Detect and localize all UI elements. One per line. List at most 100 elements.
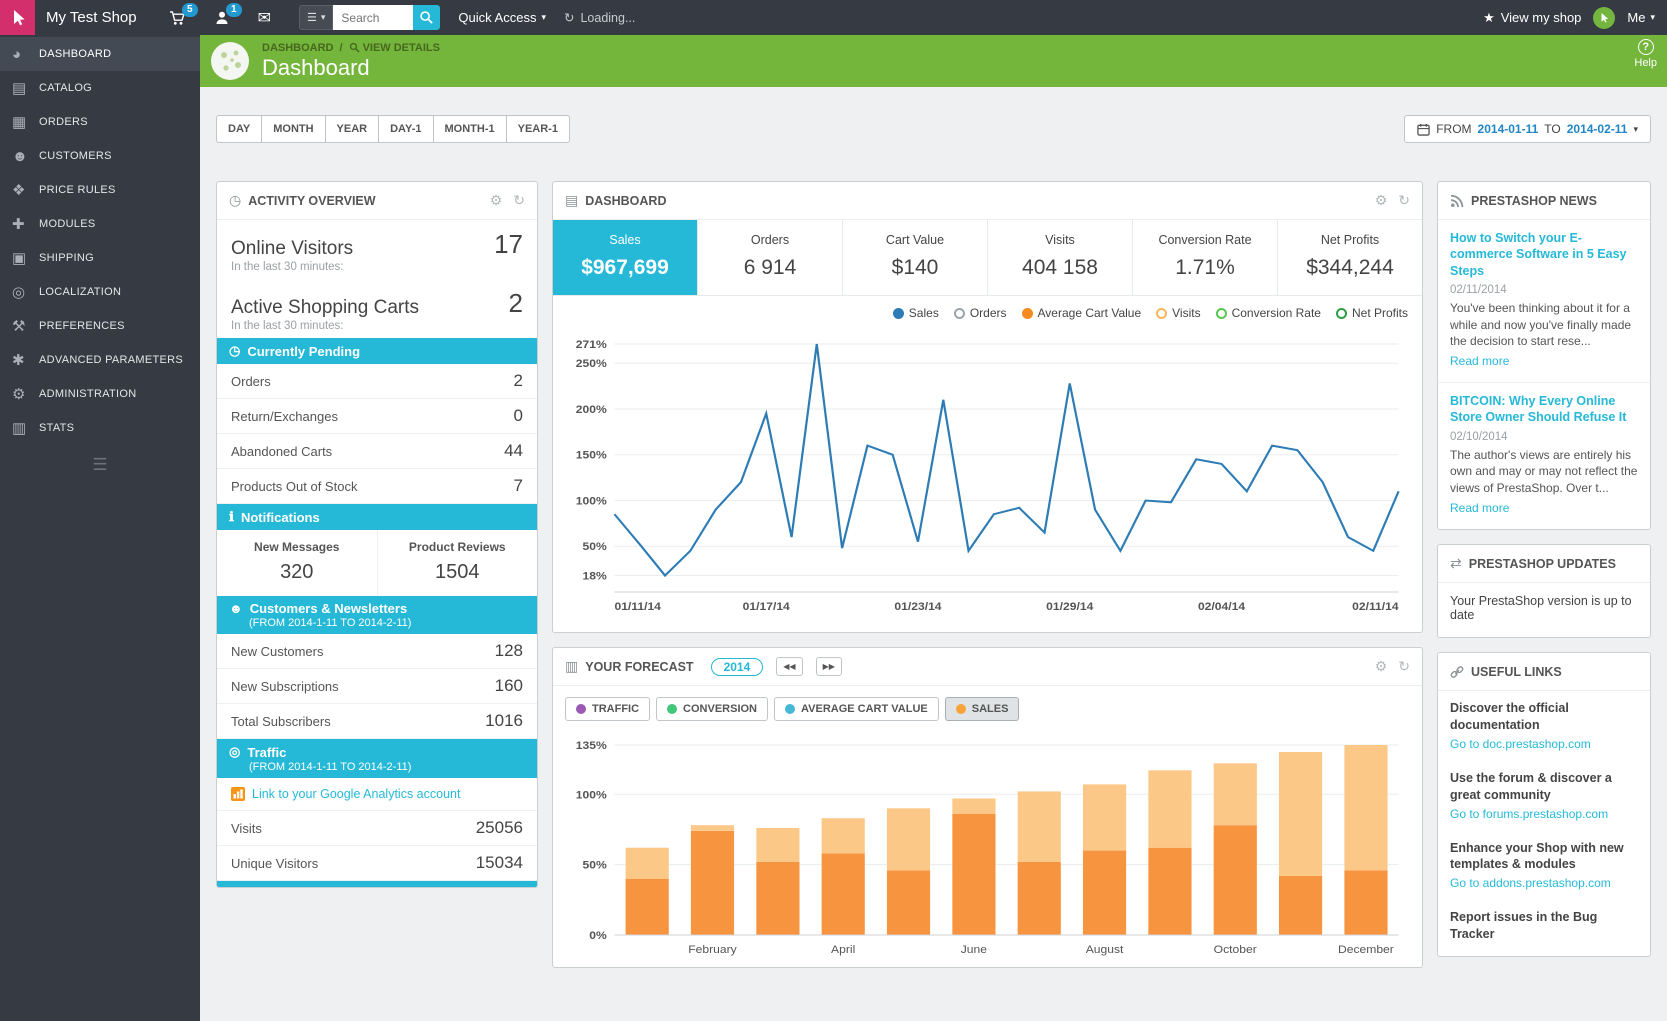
sidebar-item-stats[interactable]: ▥STATS — [0, 411, 200, 445]
globe-icon: ◎ — [12, 283, 39, 301]
svg-text:135%: 135% — [576, 740, 607, 751]
refresh-icon[interactable]: ↻ — [1398, 658, 1410, 675]
news-article: BITCOIN: Why Every Online Store Owner Sh… — [1438, 383, 1650, 529]
svg-text:October: October — [1214, 944, 1257, 955]
refresh-icon[interactable]: ↻ — [513, 192, 525, 209]
doc-link[interactable]: Go to doc.prestashop.com — [1450, 737, 1638, 751]
forecast-prev-button[interactable]: ◀◀ — [776, 657, 802, 676]
avatar[interactable] — [1593, 7, 1615, 29]
forecast-next-button[interactable]: ▶▶ — [816, 657, 842, 676]
legend-conversion-rate[interactable]: Conversion Rate — [1216, 306, 1321, 320]
legend-average-cart-value[interactable]: Average Cart Value — [1022, 306, 1142, 320]
sidebar-item-catalog[interactable]: ▤CATALOG — [0, 71, 200, 105]
search-input[interactable] — [333, 5, 413, 30]
svg-text:01/23/14: 01/23/14 — [894, 601, 942, 612]
range-button-year-1[interactable]: YEAR-1 — [506, 115, 570, 143]
product-reviews-stat[interactable]: Product Reviews 1504 — [378, 530, 538, 596]
kpi-visits[interactable]: Visits404 158 — [988, 220, 1133, 295]
chevron-down-icon: ▾ — [1633, 124, 1638, 135]
legend-orders[interactable]: Orders — [954, 306, 1007, 320]
article-title-link[interactable]: How to Switch your E-commerce Software i… — [1450, 230, 1638, 279]
range-button-day-1[interactable]: DAY-1 — [378, 115, 433, 143]
customers-button[interactable]: 1 — [200, 0, 244, 35]
sidebar-collapse-button[interactable]: ☰ — [0, 455, 200, 475]
kpi-cart-value[interactable]: Cart Value$140 — [843, 220, 988, 295]
google-analytics-link[interactable]: Link to your Google Analytics account — [217, 778, 537, 811]
gear-icon[interactable]: ⚙ — [1375, 192, 1388, 209]
refresh-icon[interactable]: ↻ — [1398, 192, 1410, 209]
kpi-value: $140 — [847, 256, 983, 280]
date-range-button[interactable]: FROM 2014-01-11 TO 2014-02-11 ▾ — [1404, 115, 1651, 143]
range-button-month[interactable]: MONTH — [261, 115, 325, 143]
kpi-conversion-rate[interactable]: Conversion Rate1.71% — [1133, 220, 1278, 295]
cart-button[interactable]: 5 — [155, 0, 200, 35]
refresh-icon: ↻ — [564, 10, 574, 25]
sidebar-item-dashboard[interactable]: ◕DASHBOARD — [0, 37, 200, 71]
messages-button[interactable]: ✉ — [244, 0, 285, 35]
view-my-shop-link[interactable]: ★ View my shop — [1483, 10, 1581, 26]
sidebar-item-localization[interactable]: ◎LOCALIZATION — [0, 275, 200, 309]
legend-visits[interactable]: Visits — [1156, 306, 1200, 320]
stat-value: 1504 — [382, 561, 534, 584]
stat-value: 2 — [509, 288, 523, 319]
toggle-sales[interactable]: SALES — [945, 697, 1020, 721]
sidebar-item-administration[interactable]: ⚙ADMINISTRATION — [0, 377, 200, 411]
gear-icon[interactable]: ⚙ — [1375, 658, 1388, 675]
svg-text:50%: 50% — [583, 860, 607, 871]
sidebar-item-label: PREFERENCES — [39, 320, 125, 332]
addons-link[interactable]: Go to addons.prestashop.com — [1450, 876, 1638, 890]
new-messages-stat[interactable]: New Messages 320 — [217, 530, 378, 596]
toggle-conversion[interactable]: CONVERSION — [656, 697, 768, 721]
advanced-icon: ✱ — [12, 351, 39, 369]
panel-title: PRESTASHOP UPDATES — [1469, 557, 1616, 571]
article-title-link[interactable]: BITCOIN: Why Every Online Store Owner Sh… — [1450, 393, 1638, 426]
shop-logo[interactable] — [0, 0, 35, 35]
forecast-toggles: TRAFFIC CONVERSION AVERAGE CART VALUE SA… — [553, 686, 1422, 725]
forums-link[interactable]: Go to forums.prestashop.com — [1450, 807, 1638, 821]
toggle-traffic[interactable]: TRAFFIC — [565, 697, 650, 721]
sidebar-item-orders[interactable]: ▦ORDERS — [0, 105, 200, 139]
row-value: 7 — [514, 476, 523, 496]
svg-text:April: April — [831, 944, 855, 955]
loading-indicator: ↻ Loading... — [564, 10, 635, 25]
news-article: How to Switch your E-commerce Software i… — [1438, 220, 1650, 383]
search-button[interactable] — [413, 5, 440, 30]
row-label: New Subscriptions — [231, 679, 339, 694]
me-dropdown[interactable]: Me ▾ — [1627, 10, 1655, 25]
sidebar-item-price-rules[interactable]: ❖PRICE RULES — [0, 173, 200, 207]
svg-text:02/11/14: 02/11/14 — [1352, 601, 1399, 612]
kpi-orders[interactable]: Orders6 914 — [698, 220, 843, 295]
view-details-link[interactable]: VIEW DETAILS — [349, 42, 440, 54]
legend-sales[interactable]: Sales — [893, 306, 939, 320]
sidebar-item-label: CATALOG — [39, 82, 92, 94]
update-icon: ⇄ — [1450, 555, 1462, 572]
legend-net-profits[interactable]: Net Profits — [1336, 306, 1408, 320]
article-date: 02/11/2014 — [1450, 284, 1638, 296]
customers-badge: 1 — [226, 3, 242, 17]
quick-access-dropdown[interactable]: Quick Access ▾ — [458, 10, 546, 25]
sidebar-item-shipping[interactable]: ▣SHIPPING — [0, 241, 200, 275]
search-type-dropdown[interactable]: ☰▾ — [299, 5, 333, 30]
sidebar-item-preferences[interactable]: ⚒PREFERENCES — [0, 309, 200, 343]
read-more-link[interactable]: Read more — [1450, 354, 1509, 368]
gear-icon[interactable]: ⚙ — [490, 192, 503, 209]
breadcrumb-dashboard[interactable]: DASHBOARD — [262, 42, 334, 54]
range-button-day[interactable]: DAY — [216, 115, 262, 143]
quick-access-label: Quick Access — [458, 10, 536, 25]
toggle-average-cart-value[interactable]: AVERAGE CART VALUE — [774, 697, 939, 721]
sidebar-item-modules[interactable]: ✚MODULES — [0, 207, 200, 241]
read-more-link[interactable]: Read more — [1450, 501, 1509, 515]
kpi-sales[interactable]: Sales$967,699 — [553, 220, 698, 295]
kpi-value: $344,244 — [1282, 256, 1418, 280]
range-button-year[interactable]: YEAR — [325, 115, 380, 143]
shop-name-link[interactable]: My Test Shop — [35, 9, 155, 26]
range-button-month-1[interactable]: MONTH-1 — [433, 115, 507, 143]
sidebar-item-customers[interactable]: ☻CUSTOMERS — [0, 139, 200, 173]
kpi-net-profits[interactable]: Net Profits$344,244 — [1278, 220, 1422, 295]
help-icon: ? — [1638, 39, 1654, 55]
stat-subtext: In the last 30 minutes: — [217, 260, 537, 279]
clock-icon: ◷ — [229, 343, 240, 359]
help-button[interactable]: ? Help — [1634, 39, 1657, 69]
sidebar-item-advanced-parameters[interactable]: ✱ADVANCED PARAMETERS — [0, 343, 200, 377]
row-value: 0 — [514, 406, 523, 426]
